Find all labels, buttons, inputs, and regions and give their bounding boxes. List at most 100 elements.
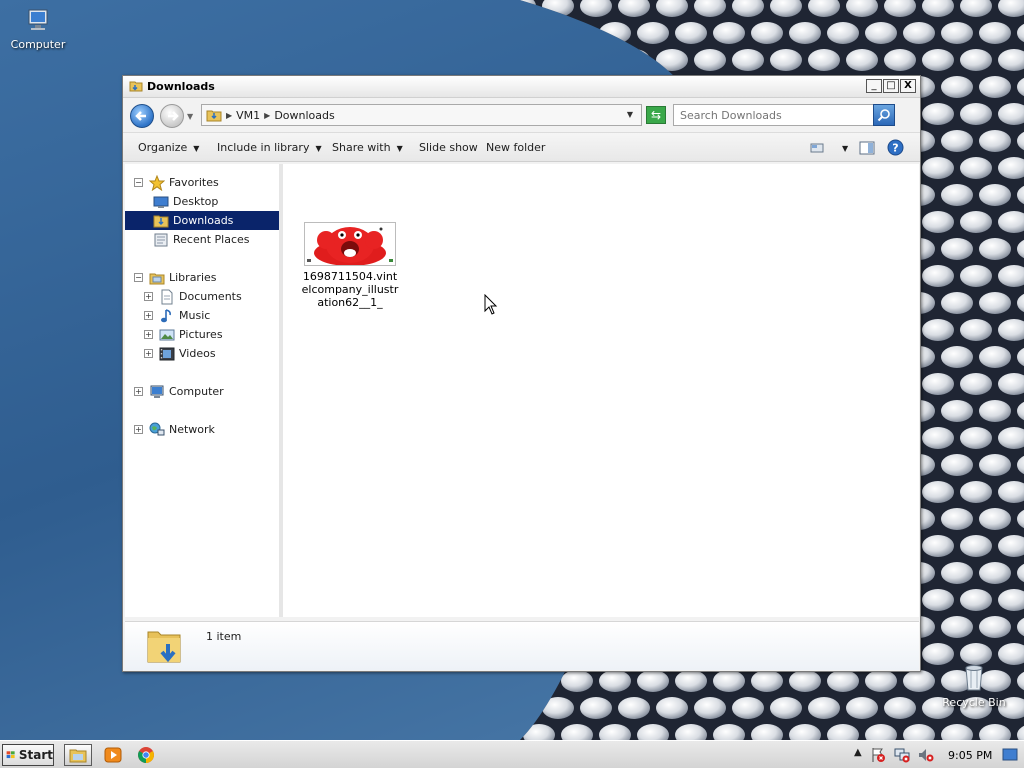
wallpaper-disc <box>941 184 973 206</box>
wallpaper-disc <box>770 49 802 71</box>
nav-item-computer[interactable]: + Computer <box>134 382 224 401</box>
wallpaper-disc <box>960 535 992 557</box>
close-button[interactable]: X <box>900 79 916 93</box>
address-bar[interactable]: ▶ VM1 ▶ Downloads ▼ <box>201 104 642 126</box>
wallpaper-disc <box>922 535 954 557</box>
start-label: Start <box>18 748 53 762</box>
nav-label: Desktop <box>173 195 219 208</box>
breadcrumb-arrow-icon[interactable]: ▶ <box>264 111 270 120</box>
expand-icon[interactable]: + <box>144 292 153 301</box>
expand-icon[interactable]: + <box>144 330 153 339</box>
collapse-icon[interactable]: − <box>134 178 143 187</box>
window-title: Downloads <box>147 80 215 93</box>
file-item[interactable]: 1698711504.vintelcompany_illustration62_… <box>300 222 400 309</box>
include-in-library-menu[interactable]: Include in library ▼ <box>217 141 322 154</box>
nav-item-documents[interactable]: + Documents <box>144 287 242 306</box>
taskbar-explorer-button[interactable] <box>64 744 92 766</box>
breadcrumb-downloads[interactable]: Downloads <box>274 109 334 122</box>
back-arrow-icon <box>135 111 146 121</box>
recycle-bin-icon <box>965 665 983 691</box>
change-view-button[interactable] <box>810 139 824 158</box>
wallpaper-disc <box>751 670 783 692</box>
nav-label: Favorites <box>169 176 219 189</box>
wallpaper-disc <box>865 22 897 44</box>
navigation-pane: − Favorites Desktop Downloads Recent Pla… <box>125 164 283 617</box>
wallpaper-disc <box>941 562 973 584</box>
network-status-icon[interactable] <box>894 747 910 763</box>
volume-muted-icon[interactable] <box>918 747 934 763</box>
preview-pane-button[interactable] <box>859 139 875 159</box>
collapse-icon[interactable]: − <box>134 273 143 282</box>
wallpaper-disc <box>542 697 574 719</box>
wallpaper-disc <box>941 76 973 98</box>
navigation-bar: ▼ ▶ VM1 ▶ Downloads ▼ ⇆ <box>123 98 920 132</box>
documents-icon <box>161 289 173 304</box>
wallpaper-disc <box>960 103 992 125</box>
computer-icon <box>150 385 164 398</box>
slide-show-button[interactable]: Slide show <box>419 141 478 154</box>
nav-label: Computer <box>169 385 224 398</box>
wallpaper-disc <box>561 22 593 44</box>
start-button[interactable]: Start <box>2 744 54 766</box>
nav-item-music[interactable]: + Music <box>144 306 210 325</box>
nav-item-pictures[interactable]: + Pictures <box>144 325 223 344</box>
wallpaper-disc <box>979 616 1011 638</box>
recent-pages-dropdown[interactable]: ▼ <box>187 112 193 121</box>
show-desktop-icon[interactable] <box>1002 748 1018 762</box>
wallpaper-disc <box>922 49 954 71</box>
expand-icon[interactable]: + <box>134 425 143 434</box>
explorer-window: Downloads _ □ X ▼ ▶ VM1 ▶ Downloads ▼ ⇆ … <box>122 75 921 672</box>
nav-item-favorites[interactable]: − Favorites <box>134 173 219 192</box>
address-history-dropdown[interactable]: ▼ <box>627 110 633 119</box>
search-input[interactable] <box>674 105 870 125</box>
nav-item-network[interactable]: + Network <box>134 420 215 439</box>
nav-item-downloads[interactable]: Downloads <box>125 211 279 230</box>
wallpaper-disc <box>922 103 954 125</box>
organize-menu[interactable]: Organize ▼ <box>138 141 199 154</box>
nav-item-desktop[interactable]: Desktop <box>153 192 218 211</box>
refresh-button[interactable]: ⇆ <box>646 106 666 124</box>
desktop-icon-recycle-bin[interactable]: Recycle Bin <box>936 662 1012 709</box>
wallpaper-disc <box>922 265 954 287</box>
show-hidden-icons-button[interactable]: ▲ <box>854 747 862 758</box>
share-with-label: Share with <box>332 141 391 154</box>
expand-icon[interactable]: + <box>144 311 153 320</box>
search-button[interactable] <box>873 104 895 126</box>
chevron-down-icon: ▼ <box>842 144 849 153</box>
nav-item-libraries[interactable]: − Libraries <box>134 268 217 287</box>
back-button[interactable] <box>130 104 154 128</box>
view-options-dropdown[interactable]: ▼ <box>836 141 848 154</box>
taskbar-media-player-button[interactable] <box>99 744 127 766</box>
maximize-button[interactable]: □ <box>883 79 899 93</box>
clock[interactable]: 9:05 PM <box>948 749 992 762</box>
wallpaper-disc <box>941 130 973 152</box>
taskbar-chrome-button[interactable] <box>132 744 160 766</box>
explorer-folder-icon <box>69 749 87 763</box>
nav-item-recent-places[interactable]: Recent Places <box>153 230 250 249</box>
computer-icon <box>28 9 48 30</box>
expand-icon[interactable]: + <box>144 349 153 358</box>
new-folder-button[interactable]: New folder <box>486 141 545 154</box>
expand-icon[interactable]: + <box>134 387 143 396</box>
wallpaper-disc <box>599 22 631 44</box>
action-center-flag-icon[interactable] <box>870 747 886 763</box>
nav-label: Documents <box>179 290 242 303</box>
title-bar[interactable]: Downloads _ □ X <box>123 76 920 98</box>
network-icon <box>149 422 165 435</box>
desktop-icon-label: Computer <box>10 38 66 51</box>
minimize-button[interactable]: _ <box>866 79 882 93</box>
breadcrumb-arrow-icon[interactable]: ▶ <box>226 111 232 120</box>
include-in-library-label: Include in library <box>217 141 310 154</box>
breadcrumb-vm1[interactable]: VM1 <box>236 109 260 122</box>
wallpaper-disc <box>675 670 707 692</box>
share-with-menu[interactable]: Share with ▼ <box>332 141 403 154</box>
nav-item-videos[interactable]: + Videos <box>144 344 216 363</box>
file-list[interactable]: 1698711504.vintelcompany_illustration62_… <box>283 164 919 617</box>
wallpaper-disc <box>941 454 973 476</box>
forward-button[interactable] <box>160 104 184 128</box>
wallpaper-disc <box>713 670 745 692</box>
file-thumbnail <box>304 222 396 266</box>
help-button[interactable]: ? <box>887 139 904 159</box>
desktop-icon-computer[interactable]: Computer <box>0 6 76 51</box>
organize-label: Organize <box>138 141 188 154</box>
